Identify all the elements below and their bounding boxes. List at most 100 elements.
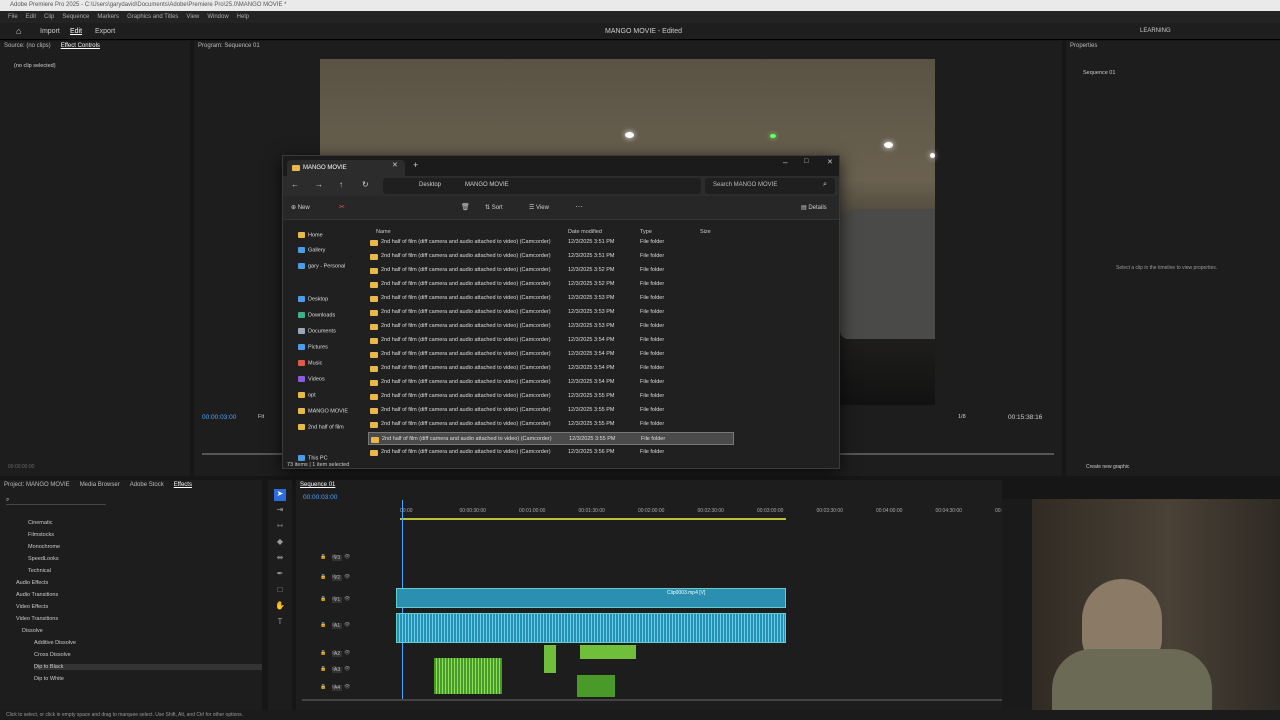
minimize-icon[interactable]: –	[783, 158, 787, 167]
file-row[interactable]: 2nd half of film (diff camera and audio …	[368, 348, 734, 361]
refresh-icon[interactable]: ↻	[362, 180, 369, 189]
file-row[interactable]: 2nd half of film (diff camera and audio …	[368, 292, 734, 305]
sidebar-item-pictures[interactable]: Pictures	[298, 344, 328, 350]
file-row[interactable]: 2nd half of film (diff camera and audio …	[368, 334, 734, 347]
sidebar-item-desktop[interactable]: Desktop	[298, 296, 328, 302]
ripple-tool-icon[interactable]: ⇿	[274, 521, 286, 533]
razor-tool-icon[interactable]: ◆	[274, 537, 286, 549]
new-button[interactable]: ⊕ New	[291, 204, 310, 211]
close-tab-icon[interactable]: ✕	[392, 161, 398, 169]
rectangle-tool-icon[interactable]: □	[274, 585, 286, 597]
sync-icon[interactable]: ⊟	[332, 574, 336, 580]
track-header-v3[interactable]: V3 🔒 ⊟ 👁	[302, 552, 394, 566]
col-date[interactable]: Date modified	[568, 229, 602, 235]
delete-icon[interactable]: 🗑	[461, 203, 470, 211]
lock-icon[interactable]: 🔒	[320, 684, 326, 690]
project-tab-1[interactable]: Media Browser	[80, 482, 120, 488]
address-bar[interactable]: Desktop MANGO MOVIE	[383, 178, 701, 194]
sidebar-item-2nd-half-of-film[interactable]: 2nd half of film	[298, 424, 344, 430]
file-row[interactable]: 2nd half of film (diff camera and audio …	[368, 278, 734, 291]
sidebar-item-gary-personal[interactable]: gary - Personal	[298, 263, 345, 269]
menu-window[interactable]: Window	[207, 11, 228, 23]
file-row[interactable]: 2nd half of film (diff camera and audio …	[368, 446, 734, 459]
effects-tree-item[interactable]: Additive Dissolve	[34, 640, 76, 646]
sequence-tab[interactable]: Sequence 01	[300, 482, 335, 488]
learning-button[interactable]: LEARNING	[1140, 23, 1171, 40]
effects-tree-item[interactable]: Filmstocks	[28, 532, 54, 538]
back-icon[interactable]: ←	[291, 180, 299, 189]
cut-icon[interactable]: ✂	[339, 203, 345, 211]
effects-tree-item[interactable]: Video Transitions	[16, 616, 58, 622]
music-clip-1[interactable]	[434, 658, 502, 694]
work-area-bar[interactable]	[400, 518, 786, 520]
sync-icon[interactable]: ⊟	[332, 554, 336, 560]
file-row[interactable]: 2nd half of film (diff camera and audio …	[368, 362, 734, 375]
music-clip-3[interactable]	[580, 645, 636, 659]
track-header-a1[interactable]: A1 🔒 ⊟ 👁	[302, 620, 394, 634]
sync-icon[interactable]: ⊟	[332, 596, 336, 602]
audio-clip-a1[interactable]	[396, 613, 786, 643]
lock-icon[interactable]: 🔒	[320, 596, 326, 602]
track-header-v1[interactable]: V1 🔒 ⊟ 👁	[302, 594, 394, 608]
file-row[interactable]: 2nd half of film (diff camera and audio …	[368, 264, 734, 277]
effects-tree-item[interactable]: SpeedLooks	[28, 556, 59, 562]
sidebar-item-documents[interactable]: Documents	[298, 328, 336, 334]
menu-markers[interactable]: Markers	[97, 11, 119, 23]
sync-icon[interactable]: ⊟	[332, 666, 336, 672]
hand-tool-icon[interactable]: ✋	[274, 601, 286, 613]
effects-tree-item[interactable]: Cross Dissolve	[34, 652, 71, 658]
source-tab[interactable]: Source: (no clips)	[4, 43, 51, 49]
track-header-v2[interactable]: V2 🔒 ⊟ 👁	[302, 572, 394, 586]
effects-search-icon[interactable]: ⌕	[6, 497, 106, 505]
project-tab-2[interactable]: Adobe Stock	[130, 482, 164, 488]
lock-icon[interactable]: 🔒	[320, 574, 326, 580]
eye-icon[interactable]: 👁	[344, 650, 350, 656]
col-name[interactable]: Name	[376, 229, 391, 235]
eye-icon[interactable]: 👁	[344, 666, 350, 672]
menu-help[interactable]: Help	[237, 11, 249, 23]
view-button[interactable]: ☰ View	[529, 204, 549, 211]
fit-select[interactable]: Fit	[258, 414, 264, 420]
file-row[interactable]: 2nd half of film (diff camera and audio …	[368, 418, 734, 431]
effects-tree-item[interactable]: Dip to White	[34, 676, 64, 682]
project-tab-3[interactable]: Effects	[174, 482, 192, 488]
project-tab-0[interactable]: Project: MANGO MOVIE	[4, 482, 70, 488]
slip-tool-icon[interactable]: ⇹	[274, 553, 286, 565]
eye-icon[interactable]: 👁	[344, 554, 350, 560]
menu-graphics-and-titles[interactable]: Graphics and Titles	[127, 11, 178, 23]
zoom-select[interactable]: 1/8	[958, 414, 966, 420]
eye-icon[interactable]: 👁	[344, 684, 350, 690]
sidebar-item-home[interactable]: Home	[298, 232, 323, 238]
file-row[interactable]: 2nd half of film (diff camera and audio …	[368, 376, 734, 389]
sidebar-item-opt[interactable]: opt	[298, 392, 316, 398]
col-type[interactable]: Type	[640, 229, 652, 235]
effects-tree-item[interactable]: Cinematic	[28, 520, 52, 526]
sync-icon[interactable]: ⊟	[332, 650, 336, 656]
file-row[interactable]: 2nd half of film (diff camera and audio …	[368, 432, 734, 445]
sidebar-item-gallery[interactable]: Gallery	[298, 247, 325, 253]
sidebar-item-videos[interactable]: Videos	[298, 376, 325, 382]
music-clip-4[interactable]	[577, 675, 615, 697]
selection-tool-icon[interactable]: ➤	[274, 489, 286, 501]
export-tab[interactable]: Export	[95, 23, 115, 40]
up-icon[interactable]: ↑	[339, 180, 343, 189]
eye-icon[interactable]: 👁	[344, 622, 350, 628]
sidebar-item-mango-movie[interactable]: MANGO MOVIE	[298, 408, 348, 414]
pen-tool-icon[interactable]: ✒	[274, 569, 286, 581]
close-window-icon[interactable]: ✕	[827, 158, 833, 166]
file-row[interactable]: 2nd half of film (diff camera and audio …	[368, 236, 734, 249]
forward-icon[interactable]: →	[315, 180, 323, 189]
edit-tab[interactable]: Edit	[70, 23, 82, 40]
file-row[interactable]: 2nd half of film (diff camera and audio …	[368, 306, 734, 319]
effects-tree-item[interactable]: Monochrome	[28, 544, 60, 550]
menu-clip[interactable]: Clip	[44, 11, 54, 23]
timeline-scrollbar[interactable]	[302, 699, 1002, 701]
lock-icon[interactable]: 🔒	[320, 622, 326, 628]
create-graphic-button[interactable]: Create new graphic	[1086, 464, 1129, 470]
lock-icon[interactable]: 🔒	[320, 650, 326, 656]
sidebar-item-downloads[interactable]: Downloads	[298, 312, 335, 318]
search-input[interactable]: Search MANGO MOVIE ⌕	[705, 178, 835, 194]
lock-icon[interactable]: 🔒	[320, 554, 326, 560]
file-row[interactable]: 2nd half of film (diff camera and audio …	[368, 390, 734, 403]
sort-button[interactable]: ⇅ Sort	[485, 204, 503, 211]
